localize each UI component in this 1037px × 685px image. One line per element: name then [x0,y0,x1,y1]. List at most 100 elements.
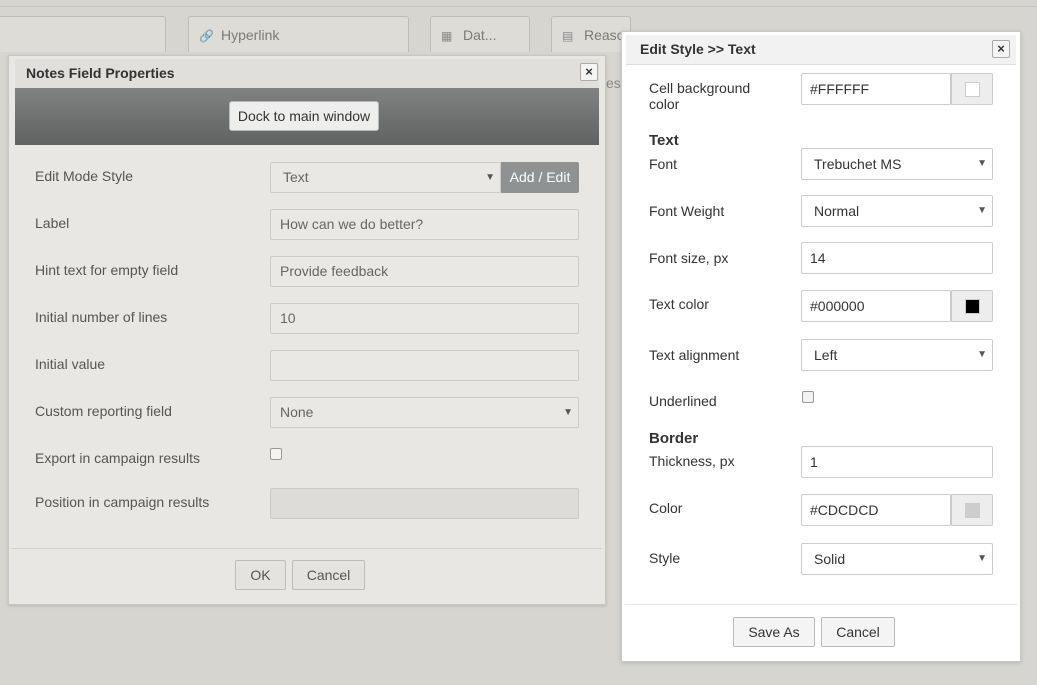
cell-background-label: Cell background color [649,80,751,112]
text-section-heading: Text [649,132,679,149]
position-input[interactable] [270,488,579,519]
thickness-row: Thickness, px 1 [649,446,993,478]
thickness-input[interactable]: 1 [801,446,993,478]
add-edit-button[interactable]: Add / Edit [501,162,579,193]
underlined-row: Underlined [649,391,993,412]
initial-lines-input[interactable]: 10 [270,303,579,334]
ok-button[interactable]: OK [235,560,286,590]
initial-value-row: Initial value [35,350,579,382]
border-color-label: Color [649,500,683,516]
font-weight-select[interactable]: Normal ▼ [801,195,993,227]
text-alignment-row: Text alignment Left ▼ [649,339,993,371]
chevron-down-icon: ▼ [977,553,987,564]
text-alignment-label: Text alignment [649,347,740,363]
dialog-title: Notes Field Properties [15,59,599,89]
position-row: Position in campaign results [35,488,579,520]
tab-label: Dat... [463,27,497,43]
custom-reporting-select[interactable]: None ▼ [270,397,579,428]
date-icon: ▦ [441,29,453,43]
cancel-button[interactable]: Cancel [821,617,895,647]
close-icon[interactable]: × [580,63,598,81]
color-picker-button[interactable] [951,290,993,322]
initial-value-input[interactable] [270,350,579,381]
border-style-row: Style Solid ▼ [649,543,993,575]
select-value: Left [814,347,838,363]
background-fragment: es [606,75,621,91]
cancel-button[interactable]: Cancel [292,560,365,590]
font-weight-row: Font Weight Normal ▼ [649,195,993,227]
chevron-down-icon: ▼ [563,407,573,418]
text-color-input[interactable]: #000000 [801,290,951,322]
underlined-label: Underlined [649,393,717,409]
label-label: Label [35,215,70,231]
thickness-label: Thickness, px [649,453,735,469]
hint-text-label: Hint text for empty field [35,262,179,278]
initial-lines-row: Initial number of lines 10 [35,303,579,335]
dialog-title: Edit Style >> Text [626,35,1016,65]
archive-icon: ▤ [562,29,574,43]
label-row: Label How can we do better? [35,209,579,241]
select-value: Text [283,169,309,185]
chevron-down-icon: ▼ [485,172,495,183]
edit-mode-style-select[interactable]: Text ▼ [270,162,501,193]
select-value: Normal [814,203,860,219]
tab-label: Reaso [584,27,625,43]
export-label: Export in campaign results [35,450,200,466]
edit-mode-style-row: Edit Mode Style Text ▼ Add / Edit [35,162,579,194]
underlined-checkbox[interactable] [802,391,814,403]
save-as-button[interactable]: Save As [733,617,815,647]
color-swatch [965,82,980,97]
border-style-label: Style [649,550,681,566]
position-label: Position in campaign results [35,494,210,510]
tab-reason[interactable]: ▤ Reaso [551,16,631,52]
chevron-down-icon: ▼ [977,158,987,169]
chevron-down-icon: ▼ [977,205,987,216]
initial-value-label: Initial value [35,356,106,372]
export-row: Export in campaign results [35,444,579,476]
border-color-row: Color #CDCDCD [649,494,993,526]
select-value: Solid [814,551,846,567]
dock-bar: Dock to main window [15,88,599,145]
border-style-select[interactable]: Solid ▼ [801,543,993,575]
custom-reporting-label: Custom reporting field [35,403,172,419]
tab-hyperlink[interactable]: 🔗 Hyperlink [188,16,409,52]
dock-to-main-window-button[interactable]: Dock to main window [229,101,379,131]
font-row: Font Trebuchet MS ▼ [649,148,993,180]
tab-label: Hyperlink [221,27,280,43]
select-value: None [280,404,314,420]
edit-mode-style-label: Edit Mode Style [35,168,134,184]
hint-text-row: Hint text for empty field Provide feedba… [35,256,579,288]
border-section-heading: Border [649,430,699,447]
text-color-label: Text color [649,296,709,312]
font-label: Font [649,156,678,172]
tab-date[interactable]: ▦ Dat... [430,16,530,52]
color-swatch [965,503,980,518]
text-color-row: Text color #000000 [649,290,993,322]
color-picker-button[interactable] [951,494,993,526]
export-checkbox[interactable] [270,448,282,460]
divider [12,548,602,549]
border-color-input[interactable]: #CDCDCD [801,494,951,526]
text-alignment-select[interactable]: Left ▼ [801,339,993,371]
font-size-label: Font size, px [649,250,729,266]
custom-reporting-row: Custom reporting field None ▼ [35,397,579,429]
divider [0,6,1037,7]
chevron-down-icon: ▼ [977,349,987,360]
notes-field-properties-dialog: Notes Field Properties × Dock to main wi… [8,55,606,605]
cell-background-input[interactable]: #FFFFFF [801,73,951,105]
initial-lines-label: Initial number of lines [35,309,168,325]
hint-text-input[interactable]: Provide feedback [270,256,579,287]
label-input[interactable]: How can we do better? [270,209,579,240]
font-weight-label: Font Weight [649,203,725,219]
font-select[interactable]: Trebuchet MS ▼ [801,148,993,180]
divider [625,604,1017,605]
close-icon[interactable]: × [992,40,1010,58]
color-swatch [965,299,980,314]
cell-background-row: Cell background color #FFFFFF [649,73,993,112]
edit-style-dialog: Edit Style >> Text × Cell background col… [621,31,1021,662]
link-icon: 🔗 [199,29,214,43]
font-size-input[interactable]: 14 [801,242,993,274]
color-picker-button[interactable] [951,73,993,105]
select-value: Trebuchet MS [814,156,902,172]
tab-blank[interactable] [0,16,166,52]
